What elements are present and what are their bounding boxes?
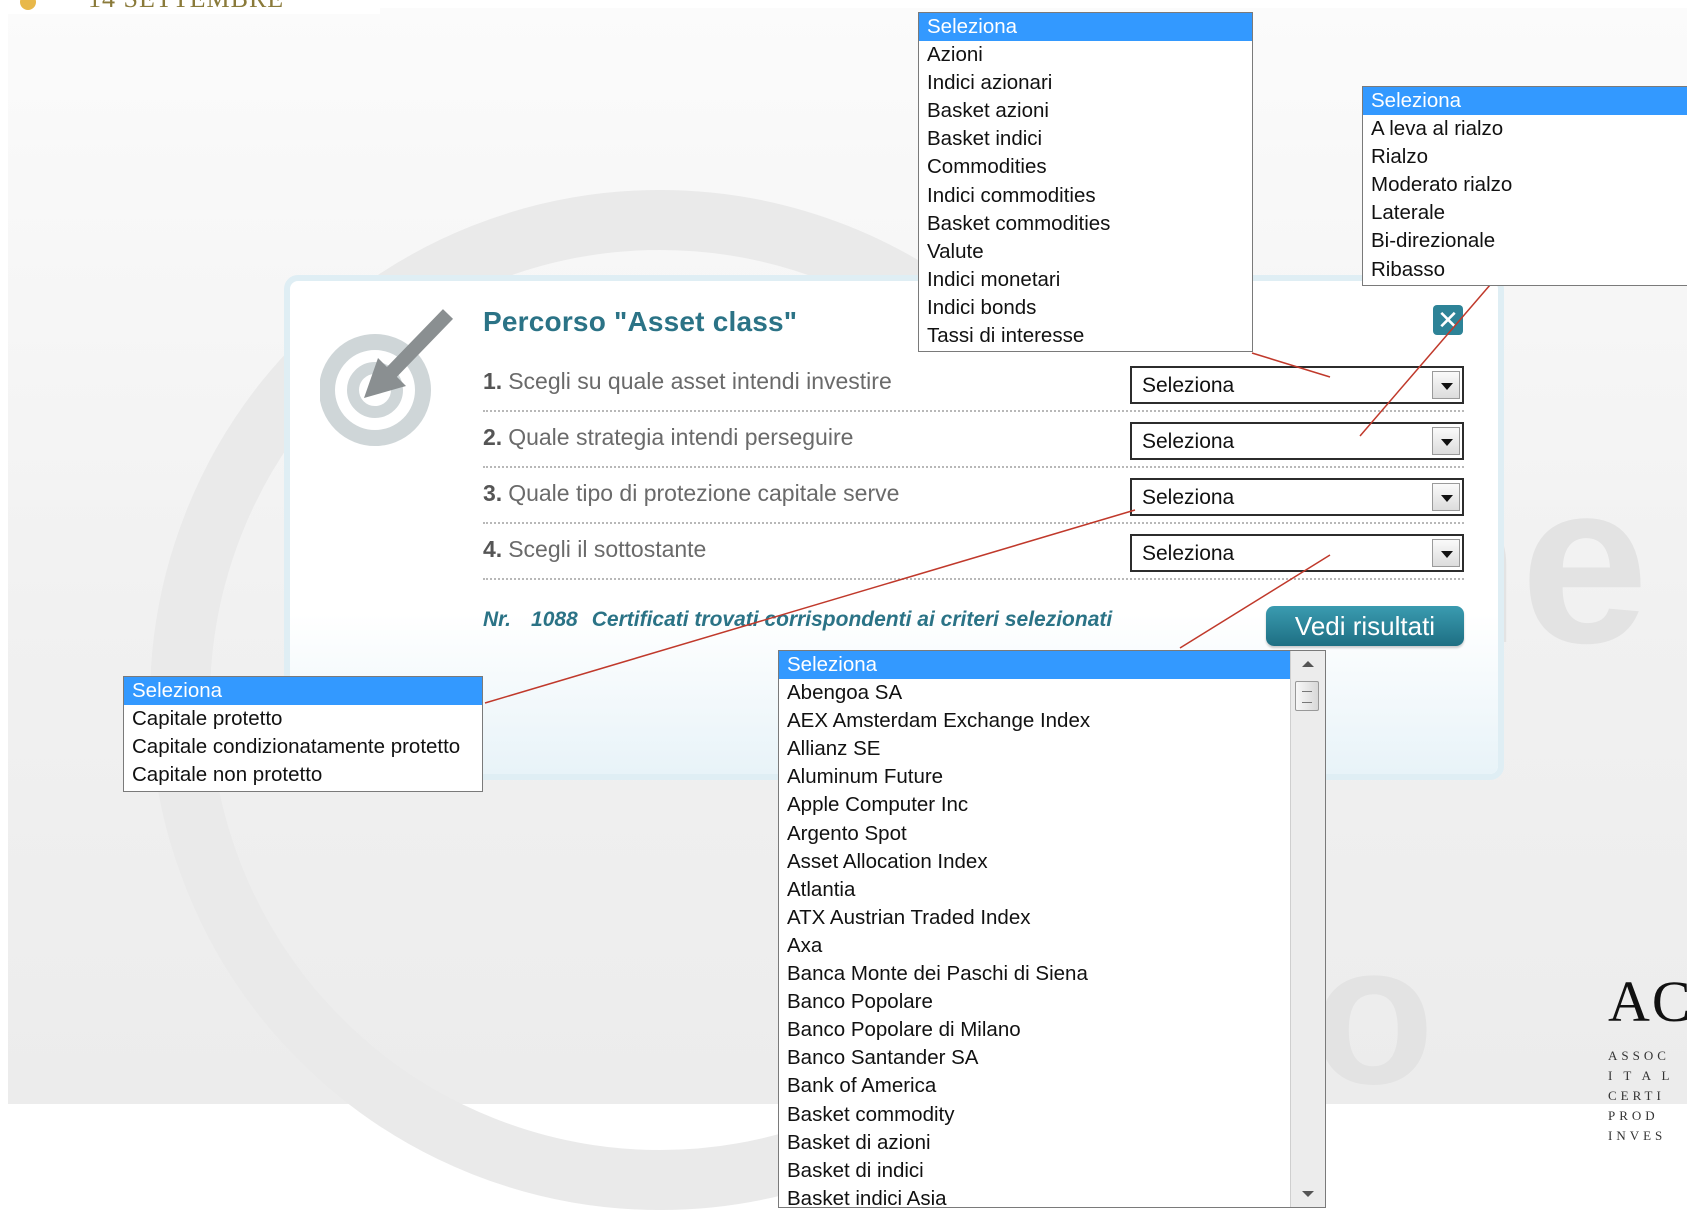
list-item[interactable]: Seleziona [124, 677, 482, 706]
list-item[interactable]: Moderato rialzo [1363, 171, 1687, 199]
list-item[interactable]: Bank of America [779, 1072, 1291, 1100]
scroll-thumb[interactable] [1295, 681, 1319, 711]
list-item[interactable]: Aluminum Future [779, 763, 1291, 791]
list-item[interactable]: Indici monetari [919, 266, 1252, 294]
list-item[interactable]: Basket azioni [919, 97, 1252, 125]
list-item[interactable]: Banca Monte dei Paschi di Siena [779, 960, 1291, 988]
list-item[interactable]: Seleziona [919, 13, 1252, 42]
list-item[interactable]: Valute [919, 238, 1252, 266]
list-item[interactable]: Indici commodities [919, 182, 1252, 210]
list-item[interactable]: Apple Computer Inc [779, 791, 1291, 819]
list-item[interactable]: Allianz SE [779, 735, 1291, 763]
connector-strategy [1359, 284, 1491, 437]
list-item[interactable]: Banco Santander SA [779, 1044, 1291, 1072]
list-item[interactable]: Basket indici [919, 125, 1252, 153]
scroll-down-icon[interactable] [1302, 1191, 1314, 1197]
list-item[interactable]: Seleziona [1363, 87, 1687, 116]
connector-asset [1251, 352, 1331, 378]
list-item[interactable]: Axa [779, 932, 1291, 960]
underlying-items: Seleziona Abengoa SA AEX Amsterdam Excha… [779, 651, 1291, 1207]
list-item[interactable]: Tassi di interesse [919, 322, 1252, 350]
list-item[interactable]: Capitale protetto [124, 705, 482, 733]
underlying-scrollbar[interactable] [1290, 651, 1325, 1207]
list-item[interactable]: Abengoa SA [779, 679, 1291, 707]
list-item[interactable]: Banco Popolare di Milano [779, 1016, 1291, 1044]
list-item[interactable]: Atlantia [779, 876, 1291, 904]
list-item[interactable]: Capitale condizionatamente protetto [124, 733, 482, 761]
list-item[interactable]: Rialzo [1363, 143, 1687, 171]
list-item[interactable]: Indici azionari [919, 69, 1252, 97]
scroll-up-icon[interactable] [1302, 661, 1314, 667]
list-item[interactable]: Indici bonds [919, 294, 1252, 322]
strategy-dropdown-list: Seleziona A leva al rialzo Rialzo Modera… [1362, 86, 1687, 286]
underlying-dropdown-list: Seleziona Abengoa SA AEX Amsterdam Excha… [778, 650, 1326, 1208]
connector-underlying [1179, 554, 1331, 649]
list-item[interactable]: Basket indici Asia [779, 1185, 1291, 1207]
list-item[interactable]: Laterale [1363, 199, 1687, 227]
list-item[interactable]: Commodities [919, 153, 1252, 181]
list-item[interactable]: A leva al rialzo [1363, 115, 1687, 143]
list-item[interactable]: AEX Amsterdam Exchange Index [779, 707, 1291, 735]
list-item[interactable]: ATX Austrian Traded Index [779, 904, 1291, 932]
list-item[interactable]: Basket di indici [779, 1157, 1291, 1185]
protection-dropdown-list: Seleziona Capitale protetto Capitale con… [123, 676, 483, 792]
list-item[interactable]: Ribasso [1363, 256, 1687, 284]
list-item[interactable]: Basket commodities [919, 210, 1252, 238]
list-item[interactable]: Basket di azioni [779, 1129, 1291, 1157]
list-item[interactable]: Bi-direzionale [1363, 227, 1687, 255]
asset-dropdown-list: Seleziona Azioni Indici azionari Basket … [918, 12, 1253, 352]
list-item[interactable]: Argento Spot [779, 820, 1291, 848]
list-item[interactable]: Banco Popolare [779, 988, 1291, 1016]
list-item[interactable]: Seleziona [779, 651, 1291, 680]
list-item[interactable]: Capitale non protetto [124, 761, 482, 789]
list-item[interactable]: Azioni [919, 41, 1252, 69]
list-item[interactable]: Asset Allocation Index [779, 848, 1291, 876]
list-item[interactable]: Basket commodity [779, 1101, 1291, 1129]
